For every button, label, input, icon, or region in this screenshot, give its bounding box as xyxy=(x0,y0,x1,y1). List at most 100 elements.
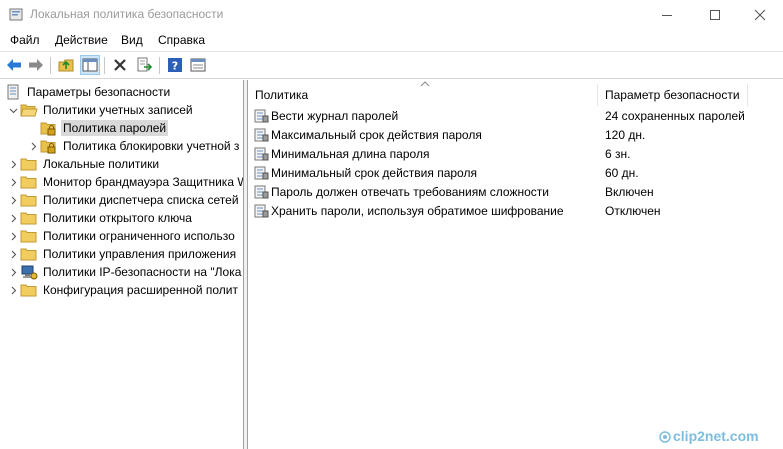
tree-item-network-list[interactable]: Политики диспетчера списка сетей xyxy=(6,191,241,209)
tree-item-label: Локальные политики xyxy=(43,157,160,171)
tree-item-firewall[interactable]: Монитор брандмауэра Защитника W xyxy=(6,173,244,191)
folder-icon xyxy=(20,282,38,298)
title-bar: Локальная политика безопасности xyxy=(0,0,783,30)
column-header-setting[interactable]: Параметр безопасности xyxy=(598,84,748,106)
policy-setting-icon xyxy=(253,146,269,162)
policy-value: 60 дн. xyxy=(605,166,639,180)
policy-setting-icon xyxy=(253,127,269,143)
policy-name: Минимальная длина пароля xyxy=(271,147,430,161)
up-folder-icon[interactable] xyxy=(56,55,76,75)
policy-setting-icon xyxy=(253,108,269,124)
tree-item-ip-security[interactable]: Политики IP-безопасности на "Лока xyxy=(6,263,243,281)
tree-root-label: Параметры безопасности xyxy=(27,85,171,99)
minimize-button[interactable] xyxy=(644,0,690,30)
chevron-down-icon[interactable] xyxy=(6,103,20,117)
menu-help[interactable]: Справка xyxy=(158,33,205,47)
policy-name: Максимальный срок действия пароля xyxy=(271,128,482,142)
chevron-right-icon[interactable] xyxy=(6,229,20,243)
list-pane[interactable]: Политика Параметр безопасности Вести жур… xyxy=(248,80,783,449)
chevron-right-icon[interactable] xyxy=(6,211,20,225)
tree-item-label: Монитор брандмауэра Защитника W xyxy=(43,175,244,189)
folder-open-icon xyxy=(20,102,38,118)
policy-name: Пароль должен отвечать требованиям сложн… xyxy=(271,185,549,199)
export-list-icon[interactable] xyxy=(134,55,154,75)
watermark: clip2net.com xyxy=(673,428,759,444)
folder-icon xyxy=(20,174,38,190)
policy-value: 120 дн. xyxy=(605,128,646,142)
tree-item-label: Политика блокировки учетной з xyxy=(63,139,240,153)
tree-item-public-key[interactable]: Политики открытого ключа xyxy=(6,209,194,227)
policy-value: Включен xyxy=(605,185,654,199)
column-header-policy[interactable]: Политика xyxy=(248,84,598,106)
tree-pane[interactable]: Параметры безопасности Политики учетных … xyxy=(0,80,244,449)
chevron-right-icon[interactable] xyxy=(6,193,20,207)
menu-bar: Файл Действие Вид Справка xyxy=(0,30,783,50)
tree-item-label: Политики открытого ключа xyxy=(43,211,192,225)
tree-item-advanced-audit[interactable]: Конфигурация расширенной полит xyxy=(6,281,240,299)
chevron-right-icon[interactable] xyxy=(26,139,40,153)
list-row[interactable]: Минимальный срок действия пароля 60 дн. xyxy=(248,164,783,183)
folder-icon xyxy=(20,156,38,172)
list-row[interactable]: Вести журнал паролей 24 сохраненных паро… xyxy=(248,107,783,126)
folder-icon xyxy=(20,210,38,226)
properties-icon[interactable] xyxy=(188,55,208,75)
tree-item-label: Политика паролей xyxy=(61,120,169,136)
policy-setting-icon xyxy=(253,165,269,181)
menu-action[interactable]: Действие xyxy=(55,33,108,47)
tree-item-label: Конфигурация расширенной полит xyxy=(43,283,238,297)
folder-icon xyxy=(20,228,38,244)
show-hide-tree-icon[interactable] xyxy=(80,55,100,75)
policy-value: 24 сохраненных паролей xyxy=(605,109,745,123)
folder-lock-icon xyxy=(40,120,58,136)
chevron-right-icon[interactable] xyxy=(6,283,20,297)
tree-item-local-policies[interactable]: Локальные политики xyxy=(6,155,161,173)
folder-icon xyxy=(20,192,38,208)
list-row[interactable]: Пароль должен отвечать требованиям сложн… xyxy=(248,183,783,202)
policy-name: Вести журнал паролей xyxy=(271,109,399,123)
folder-icon xyxy=(20,246,38,262)
svg-text:?: ? xyxy=(172,60,178,73)
security-settings-icon xyxy=(4,84,22,100)
tree-item-account-policies[interactable]: Политики учетных записей xyxy=(6,101,195,119)
tree-item-label: Политики учетных записей xyxy=(43,103,193,117)
policy-setting-icon xyxy=(253,184,269,200)
tree-item-label: Политики диспетчера списка сетей xyxy=(43,193,239,207)
list-row[interactable]: Максимальный срок действия пароля 120 дн… xyxy=(248,126,783,145)
window-title: Локальная политика безопасности xyxy=(30,7,224,21)
policy-name: Минимальный срок действия пароля xyxy=(271,166,477,180)
tree-item-software-restriction[interactable]: Политики ограниченного использо xyxy=(6,227,237,245)
tree-root[interactable]: Параметры безопасности xyxy=(4,83,172,101)
policy-value: Отключен xyxy=(605,204,661,218)
toolbar-separator xyxy=(104,57,105,74)
folder-lock-icon xyxy=(40,138,58,154)
tree-item-label: Политики управления приложения xyxy=(43,247,237,261)
chevron-right-icon[interactable] xyxy=(6,157,20,171)
policy-setting-icon xyxy=(253,203,269,219)
clip2net-logo-icon xyxy=(659,431,671,446)
security-policy-icon xyxy=(8,7,24,23)
tree-item-label: Политики IP-безопасности на "Лока xyxy=(43,265,242,279)
chevron-right-icon[interactable] xyxy=(6,247,20,261)
close-button[interactable] xyxy=(737,0,783,30)
delete-icon[interactable] xyxy=(110,55,130,75)
tree-item-app-control[interactable]: Политики управления приложения xyxy=(6,245,238,263)
menu-file[interactable]: Файл xyxy=(10,33,40,47)
ip-security-icon xyxy=(20,264,38,280)
toolbar: ? xyxy=(0,51,783,79)
tree-item-lockout-policy[interactable]: Политика блокировки учетной з xyxy=(26,137,241,155)
list-row[interactable]: Хранить пароли, используя обратимое шифр… xyxy=(248,202,783,221)
menu-view[interactable]: Вид xyxy=(121,33,143,47)
policy-value: 6 зн. xyxy=(605,147,631,161)
tree-item-label: Политики ограниченного использо xyxy=(43,229,235,243)
chevron-right-icon[interactable] xyxy=(6,175,20,189)
toolbar-separator xyxy=(50,57,51,74)
tree-item-password-policy[interactable]: Политика паролей xyxy=(40,119,169,137)
policy-name: Хранить пароли, используя обратимое шифр… xyxy=(271,204,564,218)
chevron-right-icon[interactable] xyxy=(6,265,20,279)
toolbar-separator xyxy=(159,57,160,74)
maximize-button[interactable] xyxy=(692,0,738,30)
list-row[interactable]: Минимальная длина пароля 6 зн. xyxy=(248,145,783,164)
help-icon[interactable]: ? xyxy=(165,55,185,75)
back-arrow-icon[interactable] xyxy=(4,55,24,75)
forward-arrow-icon[interactable] xyxy=(26,55,46,75)
